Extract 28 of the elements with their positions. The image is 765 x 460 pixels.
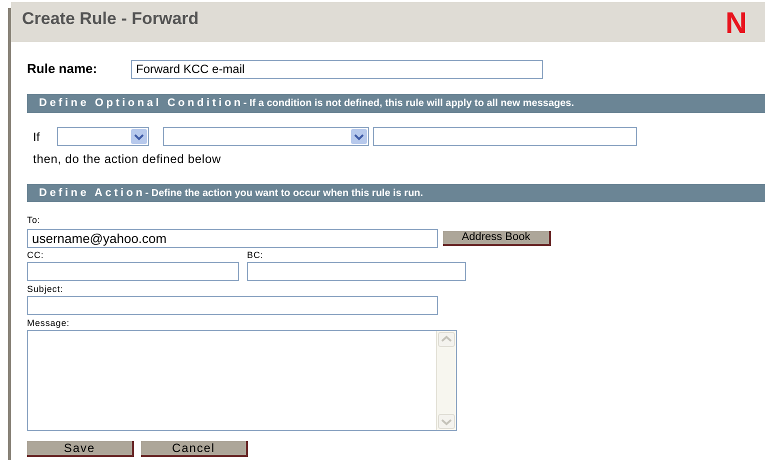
message-label: Message: (27, 318, 71, 329)
rule-name-field[interactable]: Forward KCC e-mail (131, 60, 543, 78)
cc-field[interactable] (27, 262, 239, 281)
scroll-up-icon[interactable] (438, 332, 455, 347)
section-title: Define Action (39, 186, 146, 201)
save-button[interactable]: Save (27, 441, 134, 457)
section-title: Define Optional Condition (39, 96, 244, 112)
dropdown[interactable] (57, 127, 149, 146)
cancel-button[interactable]: Cancel (141, 441, 248, 457)
bc-label: BC: (247, 250, 264, 261)
address-book-button[interactable]: Address Book (443, 231, 551, 246)
section-note: - Define the action you want to occur when this rule is run. (145, 186, 424, 200)
message-field[interactable] (27, 330, 457, 431)
to-label: To: (27, 215, 42, 226)
subject-label: Subject: (27, 284, 64, 295)
scroll-down-icon[interactable] (438, 414, 455, 429)
window-title: Create Rule - Forward (22, 8, 199, 30)
then-text: then, do the action defined below (32, 151, 222, 168)
section-note: - If a condition is not defined, this rule will apply to all new messages. (243, 97, 574, 111)
logo: N (725, 9, 747, 39)
rule-name-label: Rule name: (27, 60, 98, 78)
to-field[interactable]: username@yahoo.com (27, 229, 438, 248)
dropdown[interactable] (163, 127, 369, 146)
cc-label: CC: (27, 250, 45, 261)
condition-value-field[interactable] (373, 127, 637, 146)
subject-field[interactable] (27, 296, 438, 315)
bc-field[interactable] (247, 262, 466, 281)
if-label: If (32, 128, 41, 146)
